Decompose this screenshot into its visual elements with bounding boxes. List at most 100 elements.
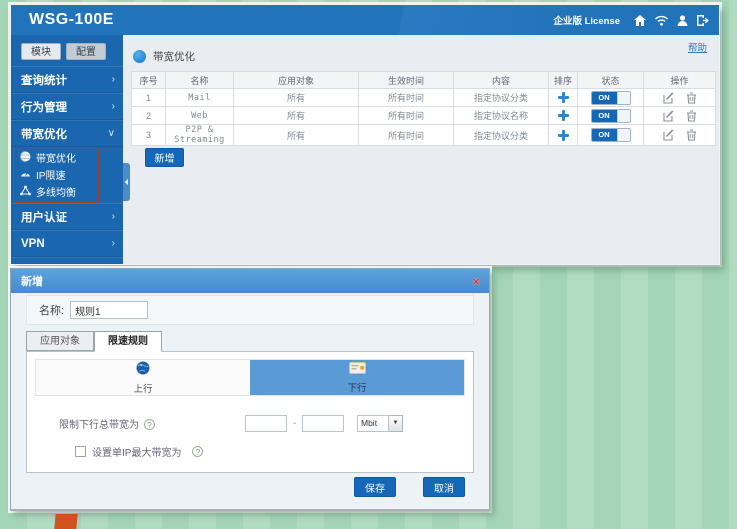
main-content: 帮助 带宽优化 序号 名称 应用对象	[123, 35, 719, 265]
sidebar-tabs: 模块 配置	[11, 35, 123, 66]
save-button[interactable]: 保存	[354, 477, 396, 497]
help-question-icon[interactable]: ?	[192, 446, 203, 457]
col-header-status: 状态	[578, 72, 644, 89]
per-ip-label: 设置单IP最大带宽为	[92, 444, 181, 459]
toggle-knob	[617, 110, 630, 122]
sidebar-item-query-stats[interactable]: 查询统计 ›	[11, 66, 123, 93]
submenu-item-label: 多线均衡	[36, 184, 76, 199]
tab-applied-objects[interactable]: 应用对象	[26, 331, 94, 351]
delete-icon[interactable]	[686, 129, 697, 141]
toggle-knob	[617, 92, 630, 104]
toggle-on-label: ON	[592, 92, 617, 104]
status-toggle[interactable]: ON	[591, 91, 631, 105]
direction-selector: 上行 下行	[35, 359, 465, 396]
cell-time: 所有时间	[359, 125, 454, 146]
sidebar-menu-lower: 用户认证 › VPN › 其他 ›	[11, 203, 123, 265]
sort-move-icon[interactable]	[558, 110, 569, 121]
cell-target: 所有	[234, 107, 359, 125]
header-icons	[634, 15, 709, 26]
cell-name: Mail	[166, 89, 234, 107]
add-rule-button[interactable]: 新增	[145, 148, 184, 167]
globe-icon	[136, 361, 150, 380]
upstream-button[interactable]: 上行	[36, 360, 250, 395]
dialog-tabs: 应用对象 限速规则	[26, 331, 162, 352]
status-toggle[interactable]: ON	[591, 128, 631, 142]
chevron-right-icon: ›	[112, 211, 115, 222]
delete-icon[interactable]	[686, 110, 697, 122]
sidebar-item-vpn[interactable]: VPN ›	[11, 230, 123, 257]
sort-move-icon[interactable]	[558, 92, 569, 103]
sidebar-item-label: VPN	[21, 238, 45, 250]
col-header-actions: 操作	[644, 72, 716, 89]
downstream-label: 下行	[347, 380, 366, 394]
edit-icon[interactable]	[663, 129, 675, 141]
sidebar-item-label: 带宽优化	[21, 126, 67, 142]
col-header-no: 序号	[132, 72, 166, 89]
name-label: 名称:	[39, 302, 64, 318]
tab-rate-limit-rules[interactable]: 限速规则	[94, 331, 162, 352]
edit-icon[interactable]	[663, 110, 675, 122]
chevron-right-icon: ›	[112, 74, 115, 85]
wifi-icon[interactable]	[655, 15, 668, 26]
submenu-item-ip-limit[interactable]: IP限速	[11, 166, 123, 183]
limit-label: 限制下行总带宽为?	[59, 416, 155, 431]
chevron-right-icon: ›	[112, 238, 115, 249]
sidebar-submenu-wrap: 带宽优化 IP限速 多线均衡	[11, 147, 123, 203]
range-separator: -	[293, 418, 296, 429]
sidebar-submenu: 带宽优化 IP限速 多线均衡	[11, 149, 123, 200]
globe-icon	[20, 151, 31, 165]
rule-name-input[interactable]	[70, 301, 148, 319]
help-question-icon[interactable]: ?	[144, 419, 155, 430]
tab-modules[interactable]: 模块	[21, 43, 61, 60]
cancel-button[interactable]: 取消	[423, 477, 465, 497]
downstream-button[interactable]: 下行	[250, 360, 464, 395]
cell-time: 所有时间	[359, 107, 454, 125]
per-ip-checkbox[interactable]	[75, 446, 86, 457]
sidebar-collapse-handle[interactable]	[123, 163, 130, 201]
edit-icon[interactable]	[663, 92, 675, 104]
dropdown-arrow-icon[interactable]: ▼	[389, 415, 403, 432]
app-window: WSG-100E 企业版 License 模块 配置	[10, 4, 720, 265]
bandwidth-max-input[interactable]	[302, 415, 344, 432]
close-icon[interactable]: ×	[472, 275, 480, 288]
toggle-on-label: ON	[592, 129, 617, 141]
cell-target: 所有	[234, 89, 359, 107]
logout-icon[interactable]	[697, 15, 709, 26]
topology-icon	[20, 185, 31, 199]
col-header-sort: 排序	[549, 72, 578, 89]
help-link[interactable]: 帮助	[688, 40, 707, 54]
cell-target: 所有	[234, 125, 359, 146]
sidebar-item-label: 查询统计	[21, 72, 67, 88]
unit-select[interactable]: Mbit ▼	[357, 415, 403, 432]
status-toggle[interactable]: ON	[591, 109, 631, 123]
per-ip-row: 设置单IP最大带宽为 ?	[75, 444, 203, 459]
toggle-knob	[617, 129, 630, 141]
sort-move-icon[interactable]	[558, 130, 569, 141]
device-icon	[349, 361, 366, 379]
cell-name: Web	[166, 107, 234, 125]
delete-icon[interactable]	[686, 92, 697, 104]
user-icon[interactable]	[677, 15, 688, 26]
submenu-item-bandwidth-opt[interactable]: 带宽优化	[11, 149, 123, 166]
cell-time: 所有时间	[359, 89, 454, 107]
sidebar-item-behavior-mgmt[interactable]: 行为管理 ›	[11, 93, 123, 120]
col-header-content: 内容	[454, 72, 549, 89]
sidebar-item-label: 其他	[21, 263, 44, 266]
sidebar-item-other[interactable]: 其他 ›	[11, 257, 123, 265]
tab-config[interactable]: 配置	[66, 43, 106, 60]
bandwidth-min-input[interactable]	[245, 415, 287, 432]
cell-content: 指定协议名称	[454, 107, 549, 125]
table-row: 3 P2P & Streaming 所有 所有时间 指定协议分类 ON	[132, 125, 716, 146]
sidebar-item-bandwidth-opt[interactable]: 带宽优化 ∨	[11, 120, 123, 147]
cell-content: 指定协议分类	[454, 89, 549, 107]
sidebar-item-label: 用户认证	[21, 209, 67, 225]
sidebar-item-label: 行为管理	[21, 99, 67, 115]
window-body: 模块 配置 查询统计 › 行为管理 › 带宽优化 ∨	[11, 35, 719, 265]
page-title: 带宽优化	[133, 49, 195, 64]
desktop-background: WSG-100E 企业版 License 模块 配置	[0, 0, 737, 529]
home-icon[interactable]	[634, 15, 646, 26]
submenu-item-multiline-balance[interactable]: 多线均衡	[11, 183, 123, 200]
sidebar-item-user-auth[interactable]: 用户认证 ›	[11, 203, 123, 230]
submenu-item-label: IP限速	[36, 167, 65, 182]
unit-value: Mbit	[357, 415, 389, 432]
